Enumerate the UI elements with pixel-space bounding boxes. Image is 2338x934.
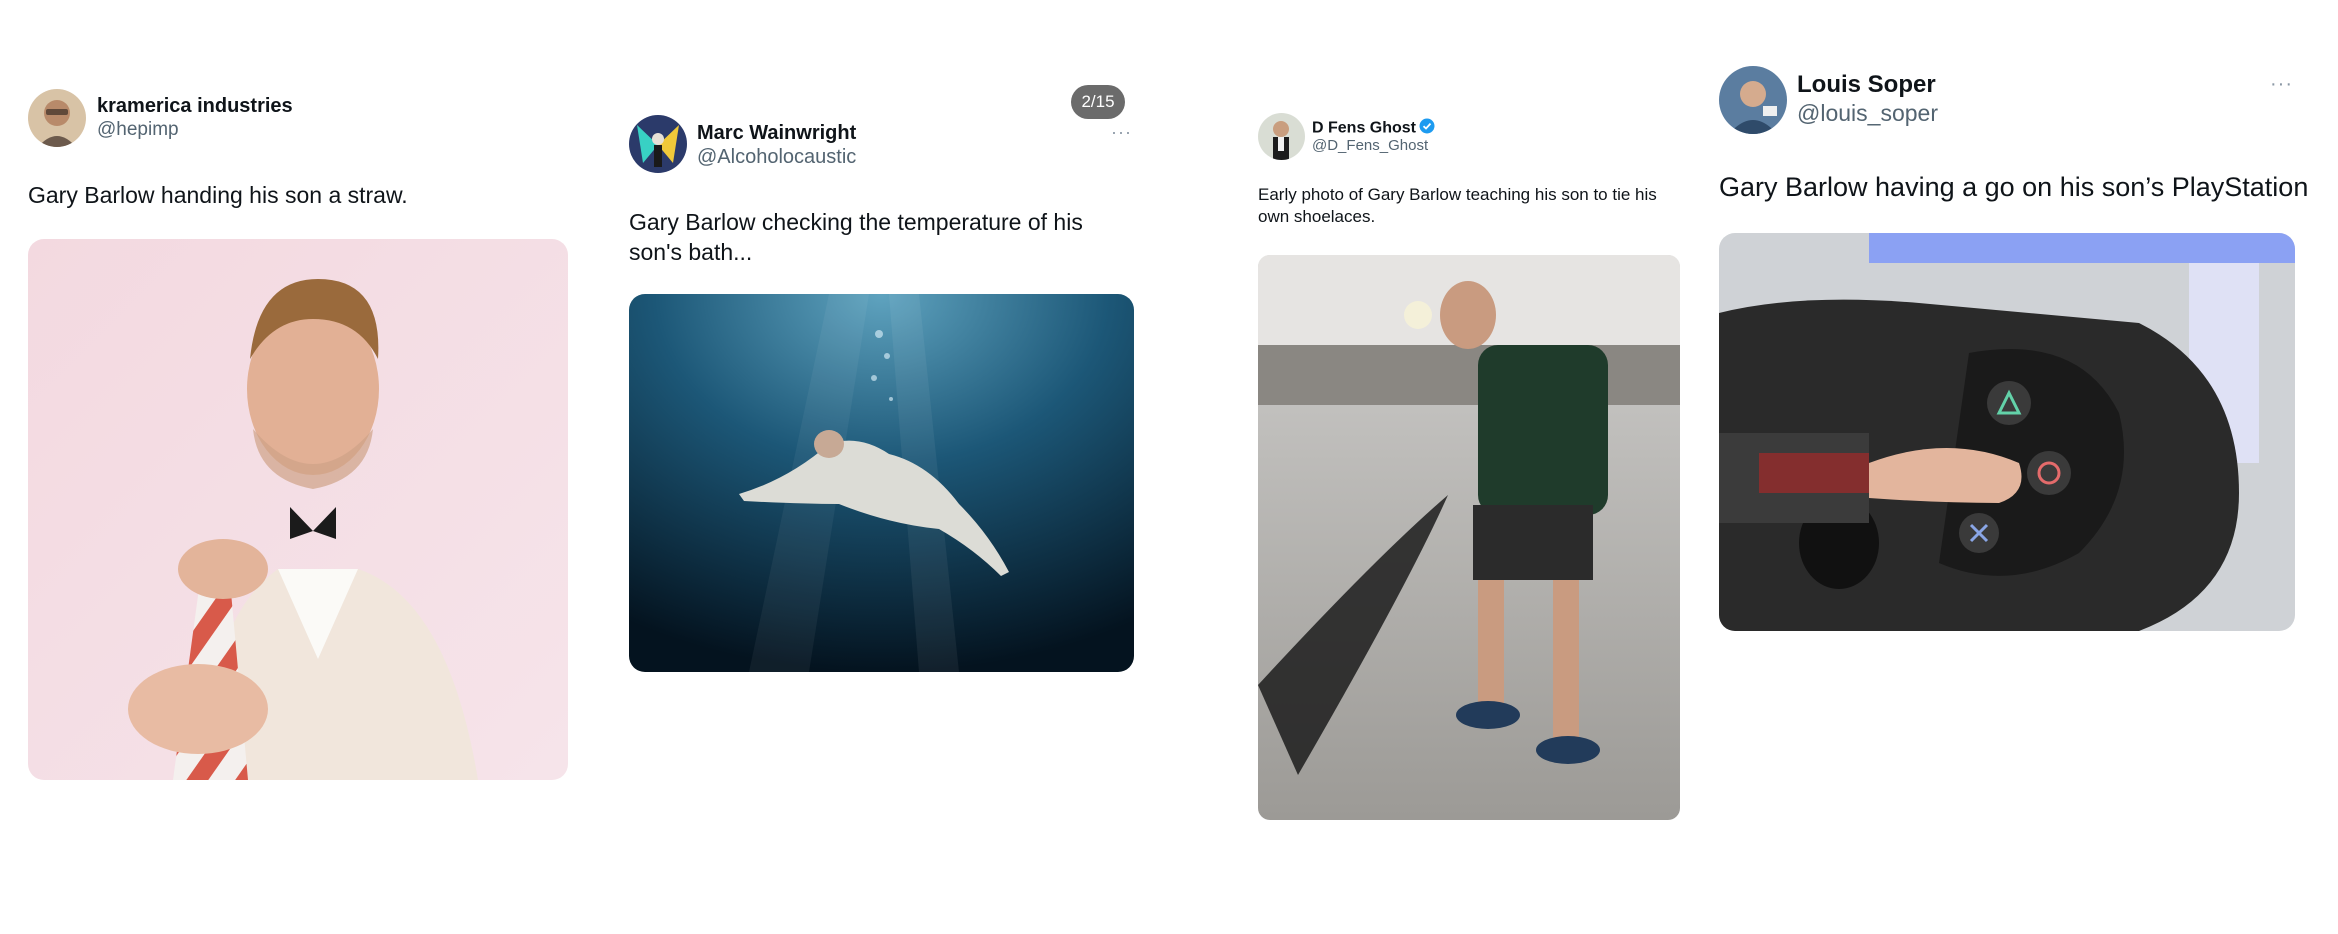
more-options-icon[interactable]: ··· (1111, 122, 1132, 143)
verified-badge-icon (1419, 118, 1435, 139)
more-options-icon[interactable]: ··· (2270, 73, 2293, 96)
tweet-text: Gary Barlow handing his son a straw. (28, 182, 408, 208)
tweet-image[interactable] (1719, 233, 2295, 631)
display-name[interactable]: D Fens Ghost (1312, 118, 1435, 139)
display-name[interactable]: Louis Soper (1797, 71, 1936, 99)
user-handle[interactable]: @louis_soper (1797, 100, 1938, 127)
avatar[interactable] (28, 89, 86, 147)
avatar[interactable] (1258, 113, 1305, 160)
media-counter-badge: 2/15 (1071, 85, 1125, 119)
user-handle[interactable]: @D_Fens_Ghost (1312, 137, 1428, 154)
avatar[interactable] (1719, 66, 1787, 134)
user-handle[interactable]: @hepimp (97, 119, 179, 141)
avatar[interactable] (629, 115, 687, 173)
display-name[interactable]: kramerica industries (97, 95, 293, 118)
tweet-image[interactable] (1258, 255, 1680, 820)
user-handle[interactable]: @Alcoholocaustic (697, 146, 856, 169)
display-name[interactable]: Marc Wainwright (697, 122, 856, 145)
tweet-image[interactable] (629, 294, 1134, 672)
display-name-text: D Fens Ghost (1312, 119, 1417, 137)
tweet-text: Gary Barlow checking the temperature of … (629, 209, 1083, 266)
tweet-text: Gary Barlow having a go on his son’s Pla… (1719, 172, 2309, 202)
tweet-text: Early photo of Gary Barlow teaching his … (1258, 185, 1657, 227)
tweet-image[interactable] (28, 239, 568, 780)
